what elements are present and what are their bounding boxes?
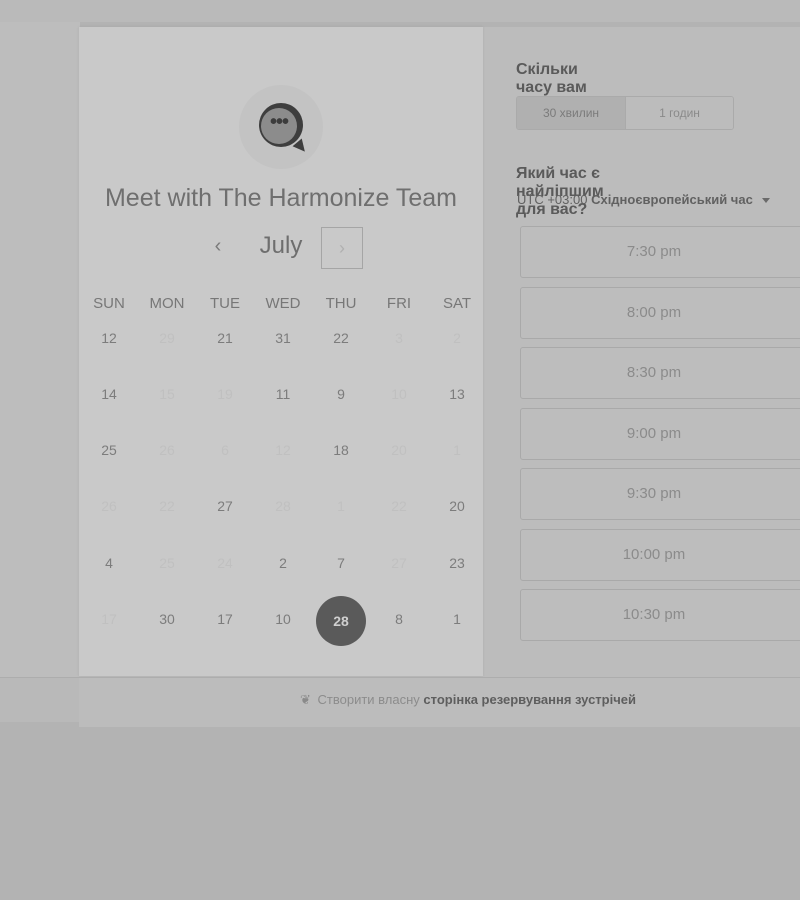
logo-dots: ••• [261, 108, 297, 144]
weekday-header: MON [149, 295, 185, 312]
calendar-day: 26 [159, 442, 175, 458]
meeting-title: Meet with The Harmonize Team [104, 184, 457, 212]
weekday-header: THU [325, 295, 357, 312]
page-left-area [0, 22, 80, 680]
calendar-day[interactable]: 10 [254, 611, 312, 627]
footer-prefix: Створити власну [317, 692, 420, 707]
timezone-selector[interactable]: UTC +03:00 Східноєвропейський час [517, 192, 771, 207]
calendar-day[interactable]: 17 [196, 611, 254, 627]
calendar-day: 15 [159, 386, 175, 402]
chevron-down-icon [762, 198, 771, 204]
calendar-day[interactable]: 20 [428, 498, 486, 514]
footer: ❦ Створити власну сторінка резервування … [0, 677, 800, 727]
calendar-day[interactable]: 9 [312, 386, 370, 402]
prev-month-button[interactable]: ‹ [201, 232, 235, 262]
calendar-day[interactable]: 8 [370, 611, 428, 627]
weekday-header: SAT [442, 295, 472, 312]
calendar-day[interactable]: 13 [428, 386, 486, 402]
calendar-day[interactable]: 21 [196, 330, 254, 346]
calendar-day: 1 [337, 498, 345, 514]
footer-divider [0, 677, 800, 678]
month-navigation: ‹ July [79, 224, 483, 268]
footer-left-area [0, 678, 79, 722]
time-slot-button[interactable]: 7:30 pm [520, 226, 800, 278]
selected-day[interactable]: 28 [316, 596, 366, 646]
weekday-header: FRI [386, 295, 412, 312]
calendar-day: 12 [275, 442, 291, 458]
calendar-day: 26 [101, 498, 117, 514]
calendar-day[interactable]: 30 [138, 611, 196, 627]
duration-option-1hour[interactable]: 1 годин [625, 97, 733, 129]
calendar-day[interactable]: 25 [80, 442, 138, 458]
calendar-day[interactable]: 22 [312, 330, 370, 346]
hubspot-sprocket-icon: ❦ [300, 692, 311, 707]
calendar-day[interactable]: 7 [312, 555, 370, 571]
calendar-day: 27 [391, 555, 407, 571]
calendar-day[interactable]: 27 [196, 498, 254, 514]
month-label: July [259, 232, 303, 259]
calendar-day: 17 [101, 611, 117, 627]
calendar-day: 2 [453, 330, 461, 346]
calendar-day: 3 [395, 330, 403, 346]
time-slot-button[interactable]: 9:00 pm [520, 407, 800, 460]
calendar-day: 10 [391, 386, 407, 402]
calendar-day: 25 [159, 555, 175, 571]
chat-bubble-dots-icon: ••• [259, 103, 310, 156]
calendar-day: 29 [159, 330, 175, 346]
calendar-day: 6 [221, 442, 229, 458]
weekday-header: TUE [210, 295, 240, 312]
logo-bubble-tail [292, 138, 310, 156]
duration-toggle: 30 хвилин 1 годин [516, 96, 734, 130]
calendar-day[interactable]: 31 [254, 330, 312, 346]
calendar-day[interactable]: 2 [254, 555, 312, 571]
time-slot-button[interactable]: 8:00 pm [520, 286, 800, 339]
calendar-day[interactable]: 14 [80, 386, 138, 402]
footer-create-link[interactable]: ❦ Створити власну сторінка резервування … [300, 692, 636, 708]
calendar-panel: ••• Meet with The Harmonize Team ‹ July … [79, 27, 483, 676]
timezone-offset: UTC +03:00 [517, 192, 588, 207]
calendar-day[interactable]: 18 [312, 442, 370, 458]
time-slot-button[interactable]: 10:00 pm [520, 528, 800, 581]
calendar-day: 24 [217, 555, 233, 571]
calendar-day: 20 [391, 442, 407, 458]
time-slot-button[interactable]: 10:30 pm [520, 589, 800, 641]
calendar-day: 28 [275, 498, 291, 514]
next-month-button[interactable]: › [321, 227, 363, 269]
team-logo: ••• [239, 85, 323, 169]
calendar-day[interactable]: 4 [80, 555, 138, 571]
calendar-day: 1 [453, 442, 461, 458]
calendar-day[interactable]: 23 [428, 555, 486, 571]
calendar-day: 19 [217, 386, 233, 402]
timezone-name: Східноєвропейський час [591, 192, 753, 207]
calendar-day[interactable]: 11 [254, 386, 312, 402]
calendar-day[interactable]: 12 [80, 330, 138, 346]
calendar-day: 22 [159, 498, 175, 514]
footer-link-text: сторінка резервування зустрічей [423, 692, 636, 707]
calendar-day[interactable]: 1 [428, 611, 486, 627]
duration-option-30min[interactable]: 30 хвилин [517, 97, 625, 129]
time-slot-button[interactable]: 8:30 pm [520, 347, 800, 399]
page-top-band [0, 0, 800, 22]
calendar-day: 22 [391, 498, 407, 514]
time-slot-button[interactable]: 9:30 pm [520, 468, 800, 520]
weekday-header: SUN [93, 295, 125, 312]
weekday-header: WED [265, 295, 301, 312]
